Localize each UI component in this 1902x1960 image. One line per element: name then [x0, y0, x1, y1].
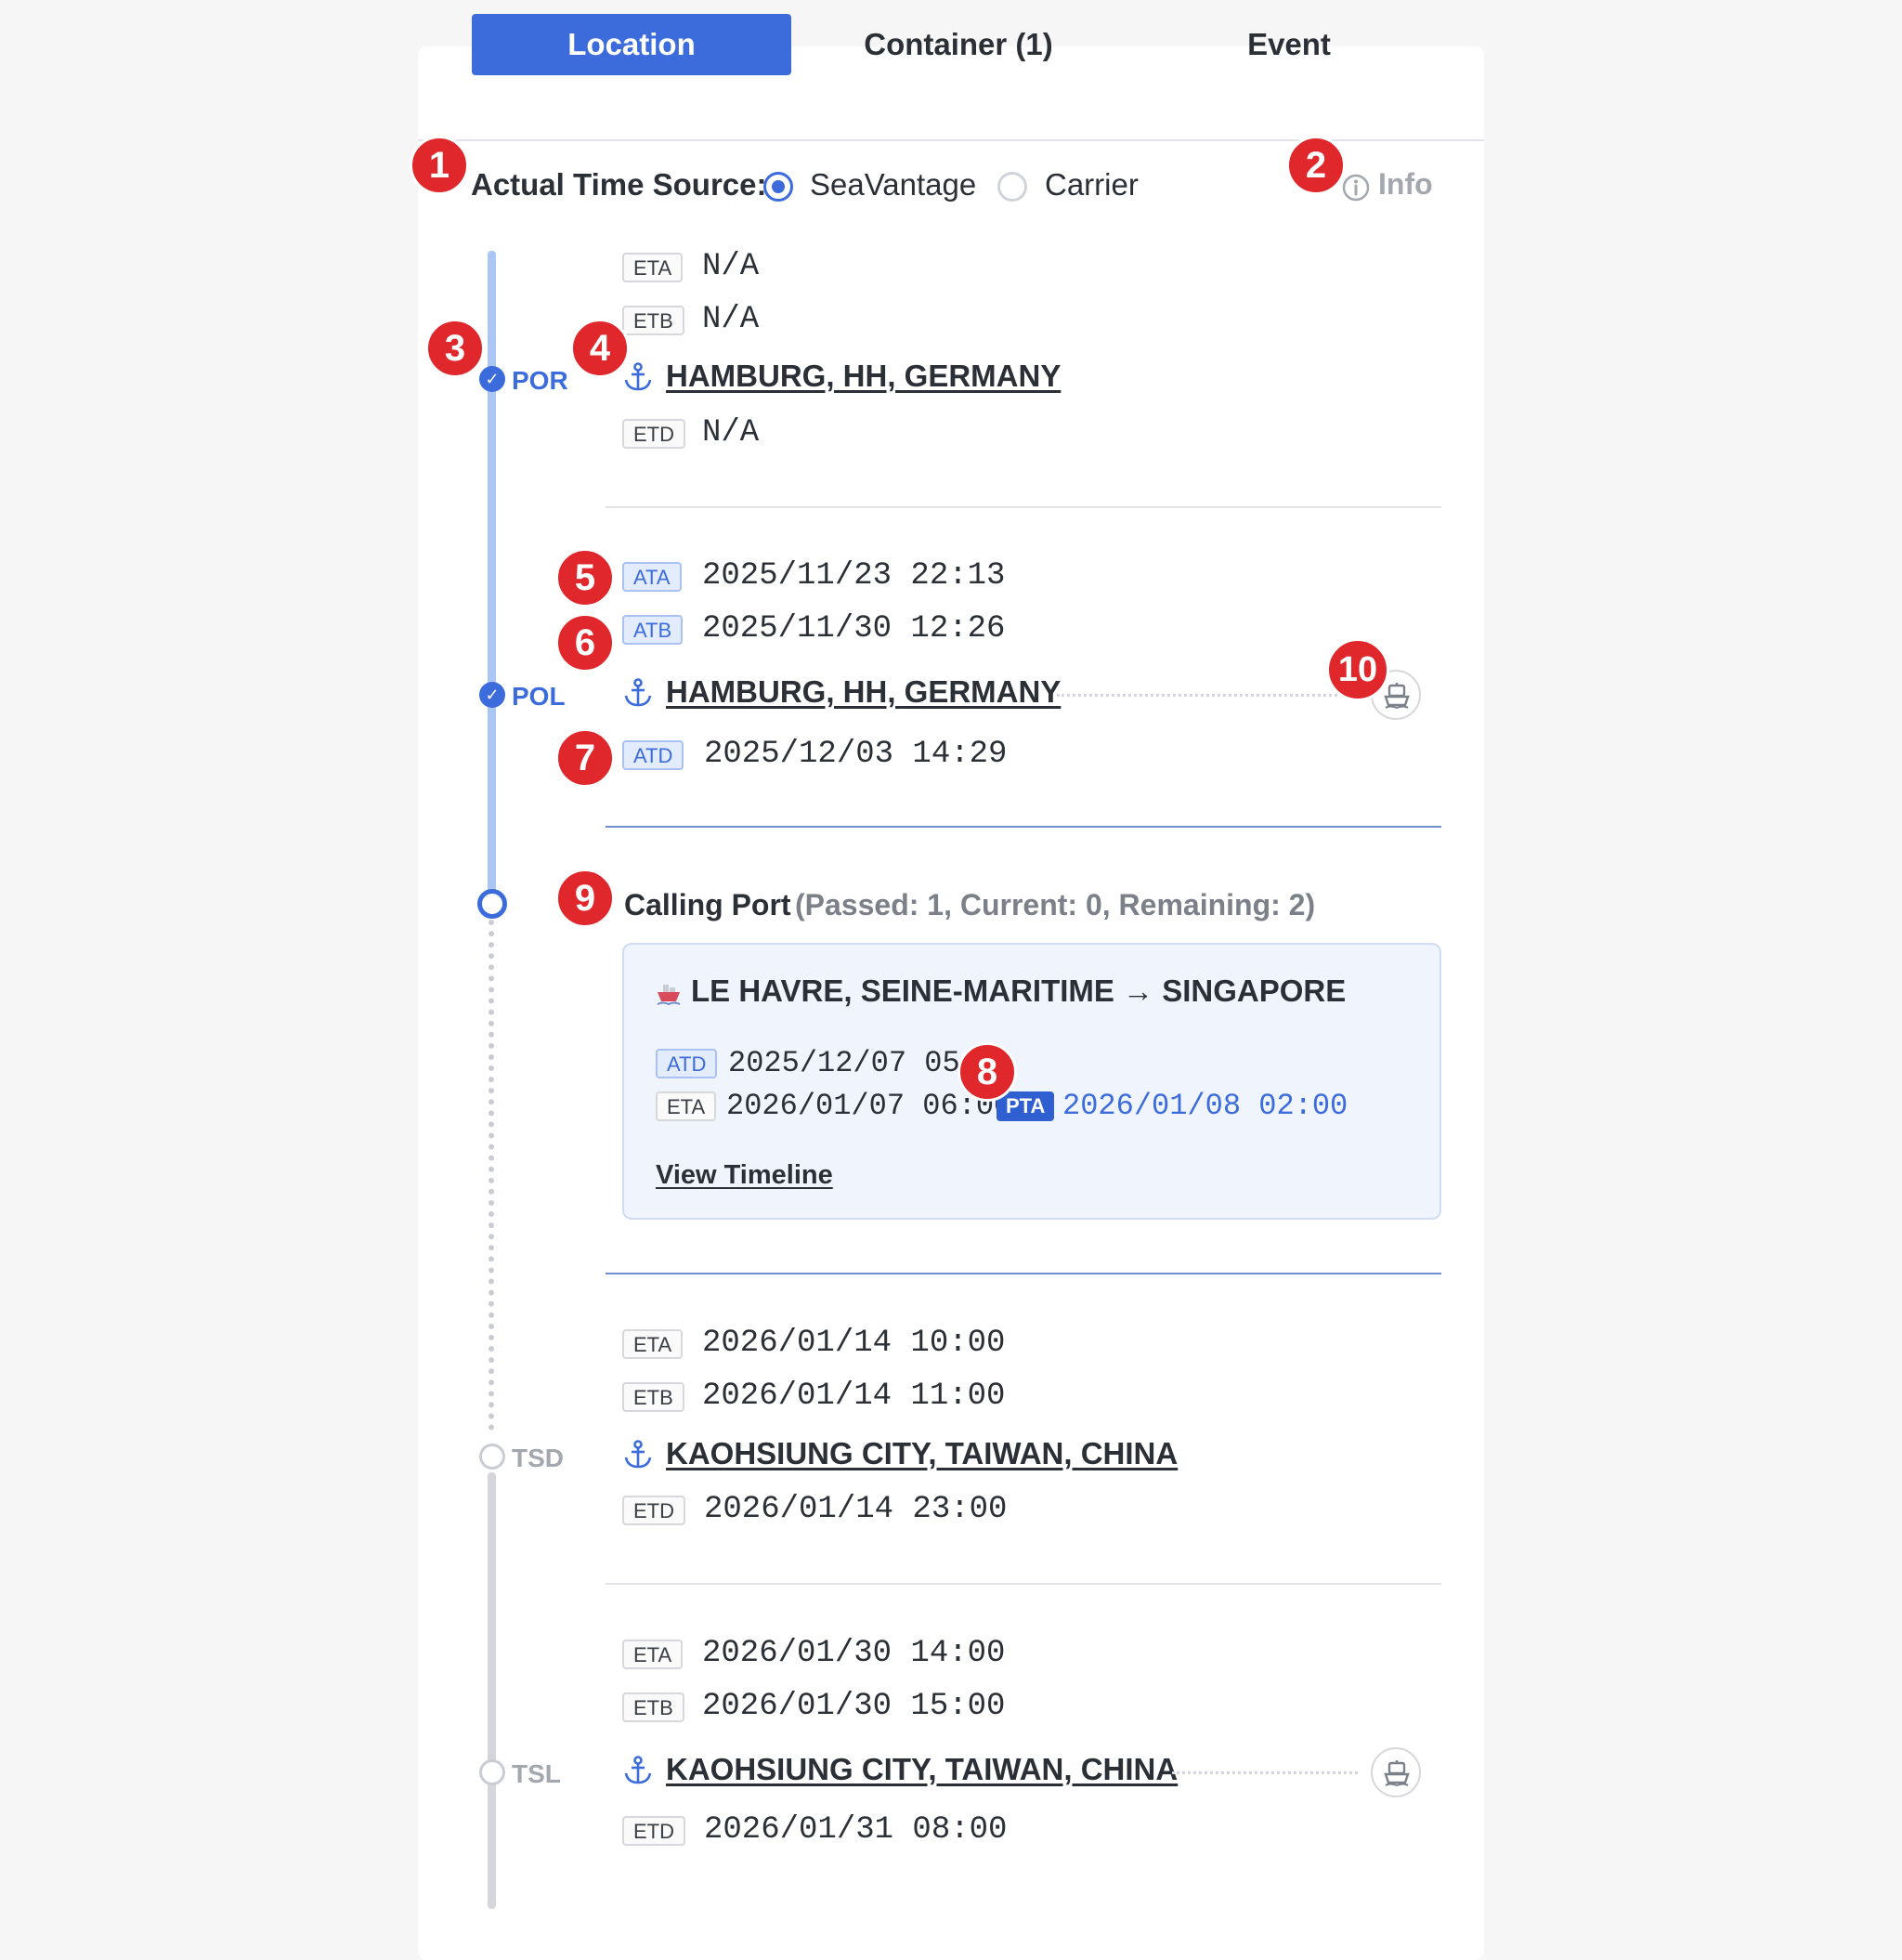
divider	[606, 506, 1441, 508]
current-node	[477, 889, 507, 919]
calling-port-counts: (Passed: 1, Current: 0, Remaining: 2)	[795, 888, 1316, 921]
por-etd-value: N/A	[702, 415, 760, 451]
marker-6: 6	[555, 613, 615, 673]
tsd-port-link[interactable]: KAOHSIUNG CITY, TAIWAN, CHINA	[666, 1436, 1178, 1471]
etd-badge: ETD	[622, 1496, 685, 1525]
atd-badge: ATD	[622, 740, 684, 770]
pending-node	[479, 1444, 505, 1470]
divider	[606, 1583, 1441, 1585]
pending-node	[479, 1759, 505, 1785]
tsl-etb-value: 2026/01/30 15:00	[702, 1689, 1006, 1724]
atb-badge: ATB	[622, 615, 684, 645]
etd-badge: ETD	[622, 1816, 685, 1846]
anchor-icon	[624, 1756, 652, 1784]
anchor-icon	[624, 1440, 652, 1469]
calling-route: LE HAVRE, SEINE-MARITIME → SINGAPORE	[691, 973, 1347, 1008]
actual-time-source-label: Actual Time Source:	[471, 167, 767, 202]
vessel-button[interactable]	[1371, 1747, 1421, 1797]
tsd-etb-value: 2026/01/14 11:00	[702, 1379, 1006, 1414]
info-link[interactable]: Info	[1378, 167, 1433, 202]
marker-1: 1	[410, 136, 469, 195]
pol-ata-value: 2025/11/23 22:13	[702, 558, 1006, 594]
divider	[606, 1273, 1441, 1274]
calling-pta-value: 2026/01/08 02:00	[1062, 1089, 1348, 1123]
por-etb-value: N/A	[702, 302, 760, 337]
etb-badge: ETB	[622, 306, 684, 335]
timeline-dotted-line	[489, 920, 494, 1431]
etd-badge: ETD	[622, 419, 685, 449]
tsl-etd-value: 2026/01/31 08:00	[704, 1812, 1008, 1848]
anchor-icon	[624, 362, 652, 391]
eta-badge: ETA	[656, 1091, 717, 1121]
eta-badge: ETA	[622, 1329, 684, 1359]
carrier-option-label[interactable]: Carrier	[1045, 167, 1139, 203]
seavantage-option-label[interactable]: SeaVantage	[810, 167, 976, 203]
tsd-etd-value: 2026/01/14 23:00	[704, 1492, 1008, 1527]
tsl-port-link[interactable]: KAOHSIUNG CITY, TAIWAN, CHINA	[666, 1752, 1178, 1787]
marker-4: 4	[570, 319, 630, 378]
check-circle-icon: ✓	[479, 682, 505, 708]
vessel-leader-line	[1172, 1771, 1358, 1774]
marker-9: 9	[555, 869, 615, 928]
view-timeline-link[interactable]: View Timeline	[656, 1160, 833, 1191]
pol-port-link[interactable]: HAMBURG, HH, GERMANY	[666, 674, 1061, 710]
timeline-progress-line	[488, 251, 496, 901]
tsd-label: TSD	[512, 1444, 564, 1472]
calling-atd-value: 2025/12/07 05:2	[728, 1046, 997, 1080]
ship-icon	[657, 985, 681, 1006]
eta-badge: ETA	[622, 253, 684, 282]
etb-badge: ETB	[622, 1382, 684, 1412]
por-label: POR	[512, 366, 568, 395]
etb-badge: ETB	[622, 1692, 684, 1722]
calling-port-title: Calling Port	[624, 888, 791, 921]
eta-badge: ETA	[622, 1640, 684, 1669]
atd-badge: ATD	[656, 1049, 718, 1078]
marker-5: 5	[555, 548, 615, 608]
timeline-pending-line	[488, 1472, 496, 1909]
pol-atd-value: 2025/12/03 14:29	[704, 737, 1008, 772]
tsl-label: TSL	[512, 1759, 561, 1788]
pol-atb-value: 2025/11/30 12:26	[702, 611, 1006, 647]
marker-3: 3	[425, 319, 485, 378]
pta-badge: PTA	[997, 1091, 1055, 1121]
tsl-eta-value: 2026/01/30 14:00	[702, 1636, 1006, 1671]
anchor-icon	[624, 678, 652, 707]
ata-badge: ATA	[622, 562, 682, 592]
marker-8: 8	[958, 1042, 1017, 1102]
por-eta-value: N/A	[702, 249, 760, 284]
marker-10: 10	[1326, 638, 1389, 701]
pol-label: POL	[512, 682, 566, 711]
marker-2: 2	[1286, 136, 1346, 195]
divider	[606, 826, 1441, 828]
vessel-leader-line	[1057, 694, 1365, 697]
tab-event[interactable]: Event	[1131, 14, 1447, 75]
seavantage-radio[interactable]	[763, 172, 793, 202]
por-port-link[interactable]: HAMBURG, HH, GERMANY	[666, 359, 1061, 394]
info-circle-icon[interactable]	[1341, 173, 1371, 203]
tab-container[interactable]: Container (1)	[801, 14, 1116, 75]
ship-icon	[1384, 1760, 1410, 1787]
carrier-radio[interactable]	[997, 172, 1027, 202]
tsd-eta-value: 2026/01/14 10:00	[702, 1326, 1006, 1361]
ship-icon	[1384, 683, 1410, 710]
check-circle-icon: ✓	[479, 366, 505, 392]
tab-location[interactable]: Location	[472, 14, 791, 75]
marker-7: 7	[555, 728, 615, 788]
